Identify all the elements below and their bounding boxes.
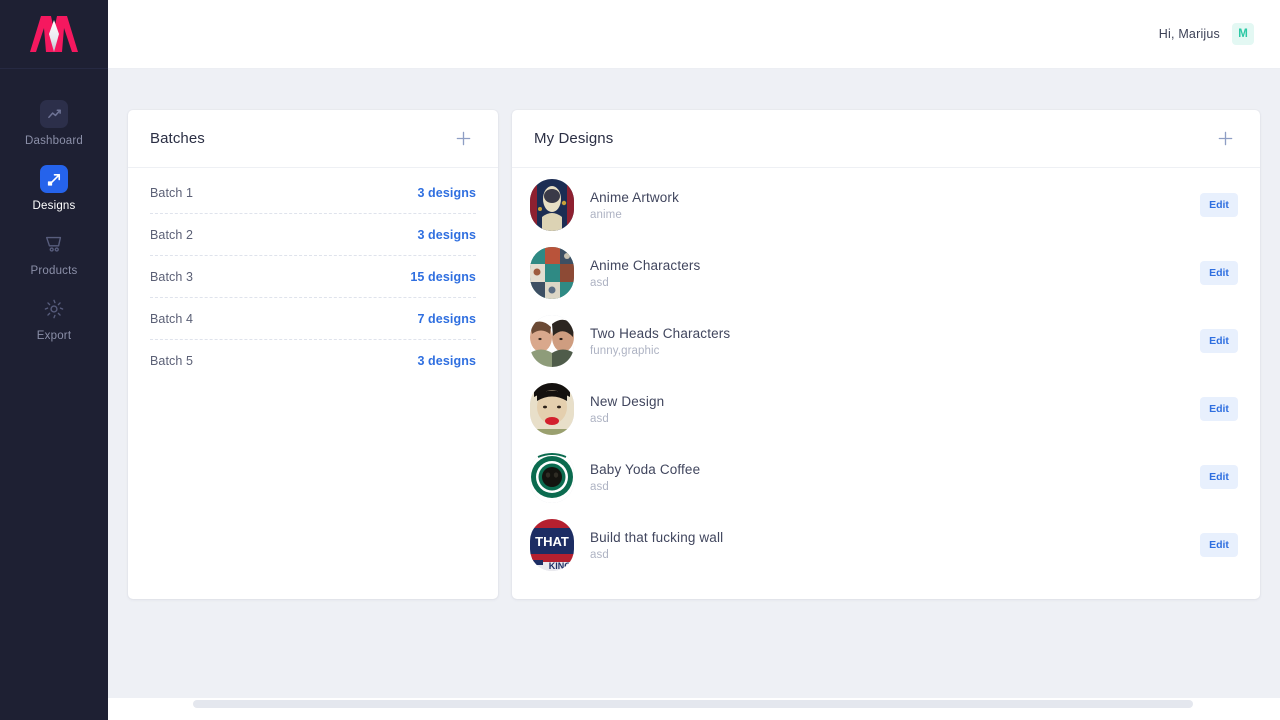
batch-count: 3 designs — [417, 185, 476, 200]
batch-name: Batch 3 — [150, 269, 194, 284]
design-title: Anime Characters — [590, 257, 701, 273]
edit-button[interactable]: Edit — [1200, 193, 1238, 217]
design-text: Baby Yoda Coffee asd — [590, 462, 1184, 493]
design-subtitle: asd — [590, 412, 609, 425]
batch-row[interactable]: Batch 1 3 designs — [150, 172, 476, 214]
designs-panel: My Designs Anime Artwork anime Edit Anim… — [512, 110, 1260, 599]
edit-button[interactable]: Edit — [1200, 397, 1238, 421]
batch-count: 3 designs — [417, 227, 476, 242]
design-title: New Design — [590, 393, 665, 409]
new-design-thumb — [530, 383, 574, 435]
design-subtitle: funny,graphic — [590, 344, 660, 357]
batch-count: 3 designs — [417, 354, 476, 368]
horizontal-scrollbar[interactable] — [108, 700, 1280, 708]
design-arrow-icon — [40, 165, 68, 193]
edit-button[interactable]: Edit — [1200, 533, 1238, 557]
batch-row[interactable]: Batch 2 3 designs — [150, 214, 476, 256]
sidebar-item-dashboard[interactable]: Dashboard — [0, 91, 108, 156]
anime-characters-thumb — [530, 247, 574, 299]
design-title: Baby Yoda Coffee — [590, 461, 701, 477]
sidebar-item-label: Export — [36, 330, 72, 342]
design-subtitle: asd — [590, 480, 609, 493]
gear-icon — [40, 295, 68, 323]
batch-name: Batch 1 — [150, 185, 194, 200]
content-area: Batches Batch 1 3 designs Batch 2 3 desi… — [108, 69, 1280, 720]
edit-button[interactable]: Edit — [1200, 261, 1238, 285]
build-wall-thumb: THAT KING — [530, 519, 574, 571]
batches-title: Batches — [150, 130, 205, 147]
list-item[interactable]: Anime Characters asd Edit — [512, 239, 1260, 307]
batch-name: Batch 5 — [150, 354, 194, 368]
top-bar: Hi, Marijus M — [108, 0, 1280, 69]
main-area: Hi, Marijus M Batches Batch 1 3 designs … — [108, 0, 1280, 720]
designs-list: Anime Artwork anime Edit Anime Character… — [512, 168, 1260, 579]
sidebar: Dashboard Designs Products Export — [0, 0, 108, 720]
design-text: Anime Artwork anime — [590, 190, 1184, 221]
batches-header: Batches — [128, 110, 498, 168]
sidebar-item-products[interactable]: Products — [0, 221, 108, 286]
sidebar-item-label: Designs — [32, 200, 76, 212]
design-text: New Design asd — [590, 394, 1184, 425]
designs-title: My Designs — [534, 130, 614, 147]
anime-artwork-thumb — [530, 179, 574, 231]
batches-list: Batch 1 3 designs Batch 2 3 designs Batc… — [128, 168, 498, 382]
design-title: Two Heads Characters — [590, 325, 731, 341]
sidebar-item-label: Products — [30, 265, 78, 277]
plus-icon — [456, 131, 470, 146]
designs-header: My Designs — [512, 110, 1260, 168]
design-title: Build that fucking wall — [590, 529, 724, 545]
list-item[interactable]: Two Heads Characters funny,graphic Edit — [512, 307, 1260, 375]
svg-text:KING: KING — [549, 561, 572, 571]
design-subtitle: asd — [590, 548, 609, 561]
design-title: Anime Artwork — [590, 189, 679, 205]
sidebar-item-designs[interactable]: Designs — [0, 156, 108, 221]
chart-trend-icon — [40, 100, 68, 128]
scrollbar-thumb[interactable] — [193, 700, 1193, 708]
list-item[interactable]: THAT KING Build that fucking wall asd Ed… — [512, 511, 1260, 579]
batch-row[interactable]: Batch 4 7 designs — [150, 298, 476, 340]
design-text: Two Heads Characters funny,graphic — [590, 326, 1184, 357]
design-subtitle: asd — [590, 276, 609, 289]
list-item[interactable]: Anime Artwork anime Edit — [512, 171, 1260, 239]
two-heads-thumb — [530, 315, 574, 367]
edit-button[interactable]: Edit — [1200, 465, 1238, 489]
baby-yoda-thumb — [530, 451, 574, 503]
user-greeting: Hi, Marijus — [1158, 27, 1220, 41]
batch-row[interactable]: Batch 5 3 designs — [150, 340, 476, 382]
sidebar-nav: Dashboard Designs Products Export — [0, 69, 108, 351]
add-batch-button[interactable] — [450, 126, 476, 152]
list-item[interactable]: Baby Yoda Coffee asd Edit — [512, 443, 1260, 511]
batch-count: 7 designs — [417, 311, 476, 326]
app-root: Dashboard Designs Products Export Hi, Ma… — [0, 0, 1280, 720]
list-item[interactable]: New Design asd Edit — [512, 375, 1260, 443]
batch-row[interactable]: Batch 3 15 designs — [150, 256, 476, 298]
edit-button[interactable]: Edit — [1200, 329, 1238, 353]
batch-name: Batch 4 — [150, 311, 194, 326]
shopping-cart-icon — [40, 230, 68, 258]
sidebar-item-label: Dashboard — [24, 135, 84, 147]
sidebar-item-export[interactable]: Export — [0, 286, 108, 351]
svg-text:THAT: THAT — [535, 534, 569, 549]
batch-name: Batch 2 — [150, 227, 194, 242]
logo-m-icon — [30, 16, 78, 52]
plus-icon — [1218, 131, 1232, 146]
design-text: Build that fucking wall asd — [590, 530, 1184, 561]
design-text: Anime Characters asd — [590, 258, 1184, 289]
design-subtitle: anime — [590, 208, 622, 221]
batches-panel: Batches Batch 1 3 designs Batch 2 3 desi… — [128, 110, 498, 599]
app-logo[interactable] — [0, 0, 108, 69]
avatar[interactable]: M — [1232, 23, 1254, 45]
batch-count: 15 designs — [410, 269, 476, 284]
add-design-button[interactable] — [1212, 126, 1238, 152]
